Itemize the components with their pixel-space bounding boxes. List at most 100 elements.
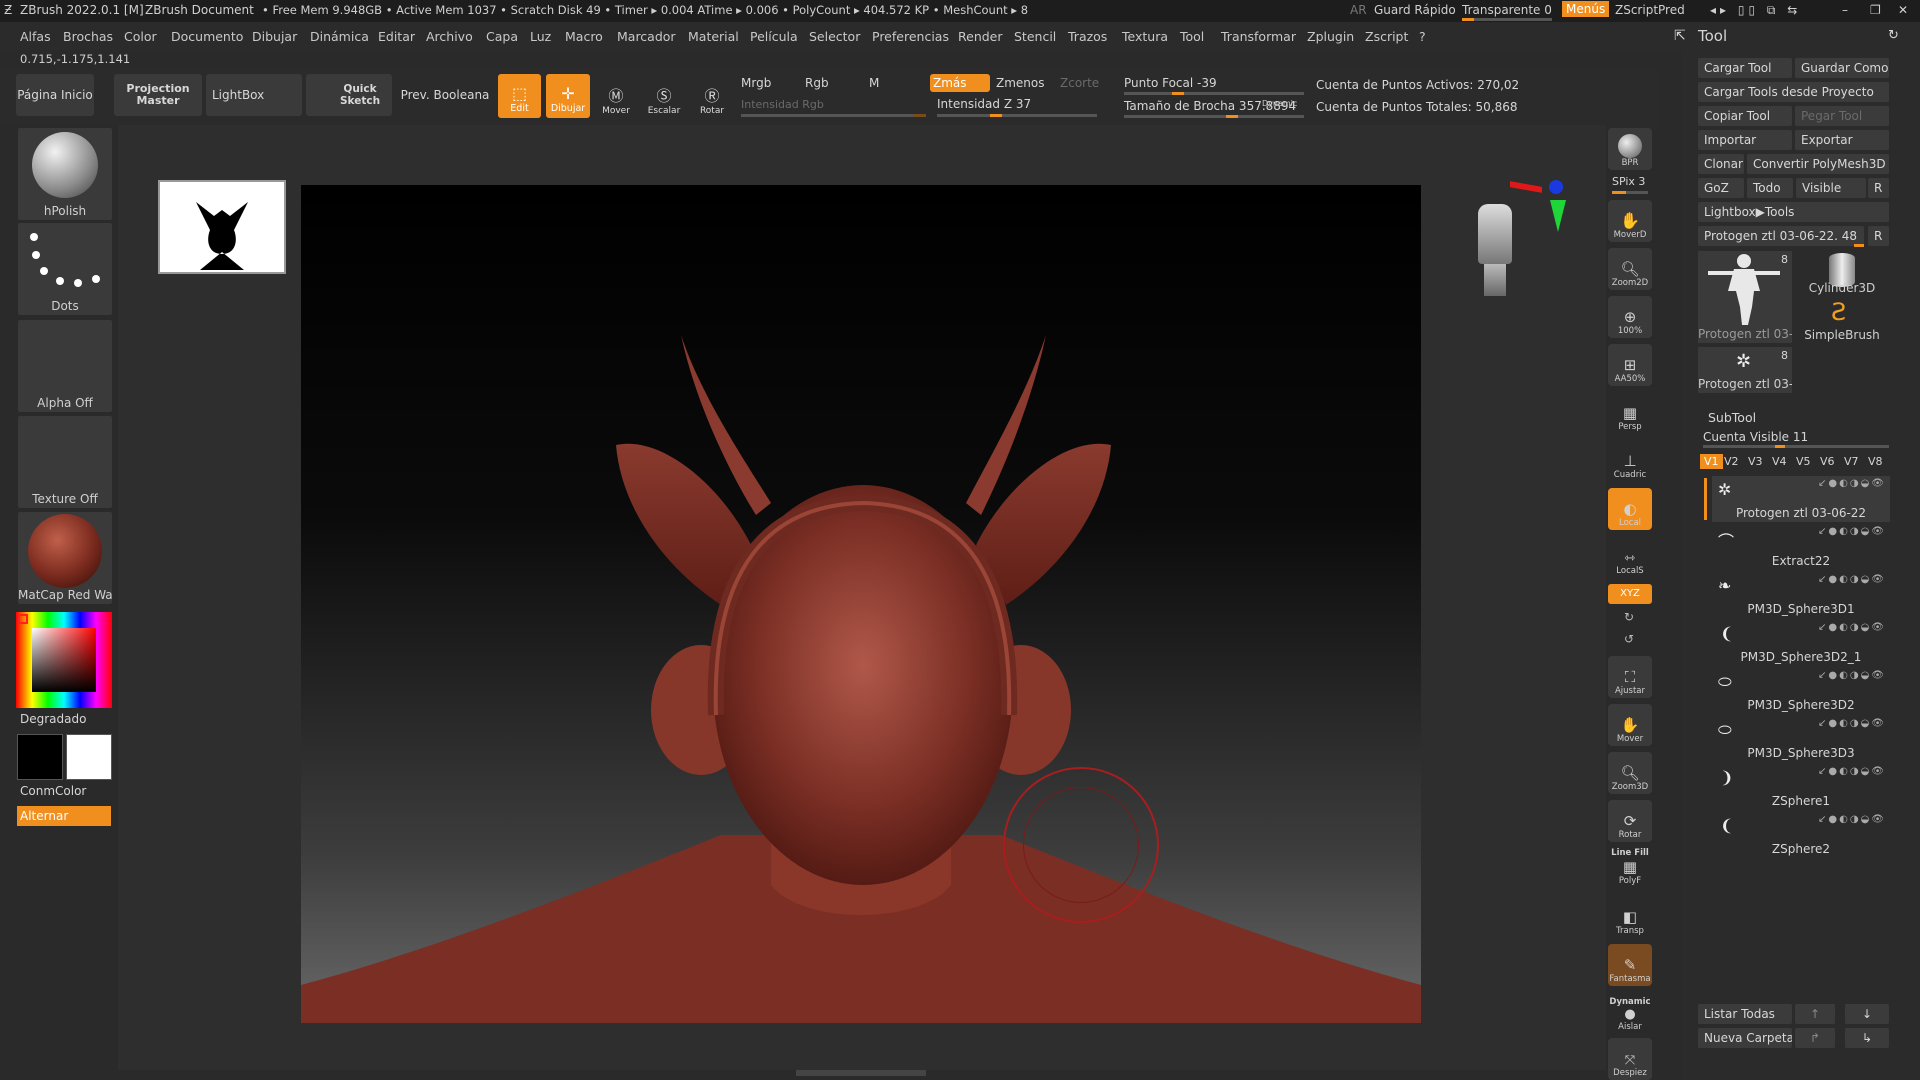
subtool-controls[interactable]: ↙●◐◑◒👁 [1818, 814, 1886, 825]
menu-macro[interactable]: Macro [565, 29, 603, 44]
subtool-header[interactable]: SubTool [1708, 410, 1756, 425]
palette-pin-icon[interactable]: ⇱ [1674, 28, 1686, 44]
tool-thumb-cylinder[interactable]: Cylinder3D [1795, 251, 1889, 297]
paste-tool-button[interactable]: Pegar Tool [1795, 106, 1889, 126]
subtool-item-sphere3d2[interactable]: ⬭ ↙●◐◑◒👁 PM3D_Sphere3D2 [1712, 668, 1890, 714]
menu-tool[interactable]: Tool [1180, 29, 1204, 44]
saturation-square[interactable] [32, 628, 96, 692]
draw-size-track[interactable] [1124, 115, 1304, 118]
tool-thumb-simplebrush[interactable]: Ƨ SimpleBrush [1795, 298, 1889, 344]
focal-shift-slider[interactable]: Punto Focal -39 [1124, 76, 1217, 90]
menu-dinamica[interactable]: Dinámica [310, 29, 369, 44]
rgb-toggle[interactable]: Rgb [805, 76, 829, 90]
focal-shift-track[interactable] [1124, 92, 1304, 95]
menu-render[interactable]: Render [958, 29, 1003, 44]
spix-track[interactable] [1612, 191, 1648, 194]
zcut-button[interactable]: Zcorte [1060, 76, 1099, 90]
zscript-button[interactable]: ZScriptPred [1615, 3, 1685, 17]
lightbox-button[interactable]: LightBox [206, 74, 302, 116]
edit-button[interactable]: ⬚ Edit [498, 74, 541, 118]
list-all-button[interactable]: Listar Todas [1698, 1004, 1792, 1024]
subtool-item-sphere3d3[interactable]: ⬭ ↙●◐◑◒👁 PM3D_Sphere3D3 [1712, 716, 1890, 762]
goz-visible-button[interactable]: Visible [1796, 178, 1866, 198]
move-canvas-button[interactable]: ✋ MoverD [1608, 200, 1652, 242]
convert-polymesh-button[interactable]: Convertir PolyMesh3D [1747, 154, 1889, 174]
current-tool-slider[interactable]: Protogen ztl 03-06-22. 48 [1698, 226, 1864, 246]
perspective-button[interactable]: ▦ Persp [1608, 392, 1652, 434]
xpose-button[interactable]: ⤧ Despiez [1608, 1038, 1652, 1080]
subtool-controls[interactable]: ↙●◐◑◒👁 [1818, 574, 1886, 585]
solo-button[interactable]: Dynamic ● Aislar [1608, 992, 1652, 1034]
3d-viewport[interactable] [301, 185, 1421, 1023]
new-folder-button[interactable]: Nueva Carpeta [1698, 1028, 1792, 1048]
rotate-y-icon[interactable]: ↻ [1624, 610, 1634, 624]
ghost-button[interactable]: ✎ Fantasma [1608, 944, 1652, 986]
primary-color-swatch[interactable] [66, 734, 112, 780]
save-as-button[interactable]: Guardar Como [1795, 58, 1889, 78]
tab-v6[interactable]: V6 [1820, 455, 1835, 468]
stroke-selector[interactable]: Dots [18, 223, 112, 315]
projection-master-button[interactable]: Projection Master [114, 74, 202, 116]
alternate-button[interactable]: Alternar [17, 806, 111, 826]
menu-dibujar[interactable]: Dibujar [252, 29, 297, 44]
load-tool-button[interactable]: Cargar Tool [1698, 58, 1792, 78]
material-selector[interactable]: MatCap Red Wax [18, 512, 112, 604]
menus-button[interactable]: Menús [1562, 1, 1610, 17]
tab-v3[interactable]: V3 [1748, 455, 1763, 468]
tab-v2[interactable]: V2 [1724, 455, 1739, 468]
polyframe-button[interactable]: Line Fill ▦ PolyF [1608, 846, 1652, 888]
alpha-selector[interactable]: Alpha Off [18, 320, 112, 412]
brush-selector[interactable]: hPolish [18, 128, 112, 220]
menu-stencil[interactable]: Stencil [1014, 29, 1056, 44]
actual-size-button[interactable]: ⊕ 100% [1608, 296, 1652, 338]
transparent-slider[interactable]: Transparente 0 [1462, 3, 1552, 17]
z-intensity-track[interactable] [937, 114, 1097, 117]
tool-thumb-protogen[interactable]: 8 Protogen ztl 03-0 [1698, 251, 1792, 343]
subtool-item-extract22[interactable]: ⌒ ↙●◐◑◒👁 Extract22 [1712, 524, 1890, 570]
model-render[interactable] [301, 185, 1421, 1023]
tab-v7[interactable]: V7 [1844, 455, 1859, 468]
zoom3d-button[interactable]: 🔍︎ Zoom3D [1608, 752, 1652, 794]
z-intensity-slider[interactable]: Intensidad Z 37 [937, 97, 1031, 111]
mrgb-toggle[interactable]: Mrgb [741, 76, 771, 90]
orientation-head-icon[interactable] [1470, 200, 1520, 300]
menu-capa[interactable]: Capa [486, 29, 518, 44]
move-up-icon[interactable]: ↑ [1795, 1004, 1835, 1024]
clone-button[interactable]: Clonar [1698, 154, 1744, 174]
antialias-half-button[interactable]: ⊞ AA50% [1608, 344, 1652, 386]
load-from-project-button[interactable]: Cargar Tools desde Proyecto [1698, 82, 1889, 102]
import-button[interactable]: Importar [1698, 130, 1792, 150]
transparency-button[interactable]: ◧ Transp [1608, 896, 1652, 938]
rgb-intensity-slider[interactable]: Intensidad Rgb [741, 98, 824, 111]
local-s-button[interactable]: ⇿ LocalS [1608, 536, 1652, 578]
rotate-button[interactable]: Ⓡ Rotar [692, 76, 732, 116]
quick-save-button[interactable]: Guard Rápido [1374, 3, 1456, 17]
subtool-controls[interactable]: ↙●◐◑◒👁 [1818, 766, 1886, 777]
layout-icons[interactable]: ◂▸ ▯▯ ⧉ ⇆ [1710, 3, 1801, 18]
menu-zplugin[interactable]: Zplugin [1307, 29, 1354, 44]
menu-trazos[interactable]: Trazos [1068, 29, 1107, 44]
maximize-icon[interactable]: ❐ [1870, 3, 1881, 17]
zadd-button[interactable]: Zmás [930, 74, 990, 92]
subtool-controls[interactable]: ↙●◐◑◒👁 [1818, 622, 1886, 633]
goz-all-button[interactable]: Todo [1747, 178, 1793, 198]
tab-v8[interactable]: V8 [1868, 455, 1883, 468]
export-button[interactable]: Exportar [1795, 130, 1889, 150]
scale-button[interactable]: Ⓢ Escalar [644, 76, 684, 116]
m-toggle[interactable]: M [869, 76, 879, 90]
dynamic-toggle[interactable]: Dynamic [1262, 99, 1297, 108]
subtool-controls[interactable]: ↙●◐◑◒👁 [1818, 670, 1886, 681]
local-symmetry-button[interactable]: ◐ Local [1608, 488, 1652, 530]
texture-selector[interactable]: Texture Off [18, 416, 112, 508]
menu-luz[interactable]: Luz [530, 29, 551, 44]
folder-up-icon[interactable]: ↱ [1795, 1028, 1835, 1048]
subtool-controls[interactable]: ↙●◐◑◒👁 [1818, 718, 1886, 729]
menu-preferencias[interactable]: Preferencias [872, 29, 949, 44]
menu-alfas[interactable]: Alfas [20, 29, 51, 44]
lightbox-tools-button[interactable]: Lightbox▶Tools [1698, 202, 1889, 222]
boolean-preview-button[interactable]: Prev. Booleana [397, 74, 493, 116]
xyz-button[interactable]: XYZ [1608, 584, 1652, 604]
quick-sketch-button[interactable]: Quick Sketch [306, 74, 392, 116]
menu-editar[interactable]: Editar [378, 29, 415, 44]
current-tool-r-button[interactable]: R [1868, 226, 1889, 246]
